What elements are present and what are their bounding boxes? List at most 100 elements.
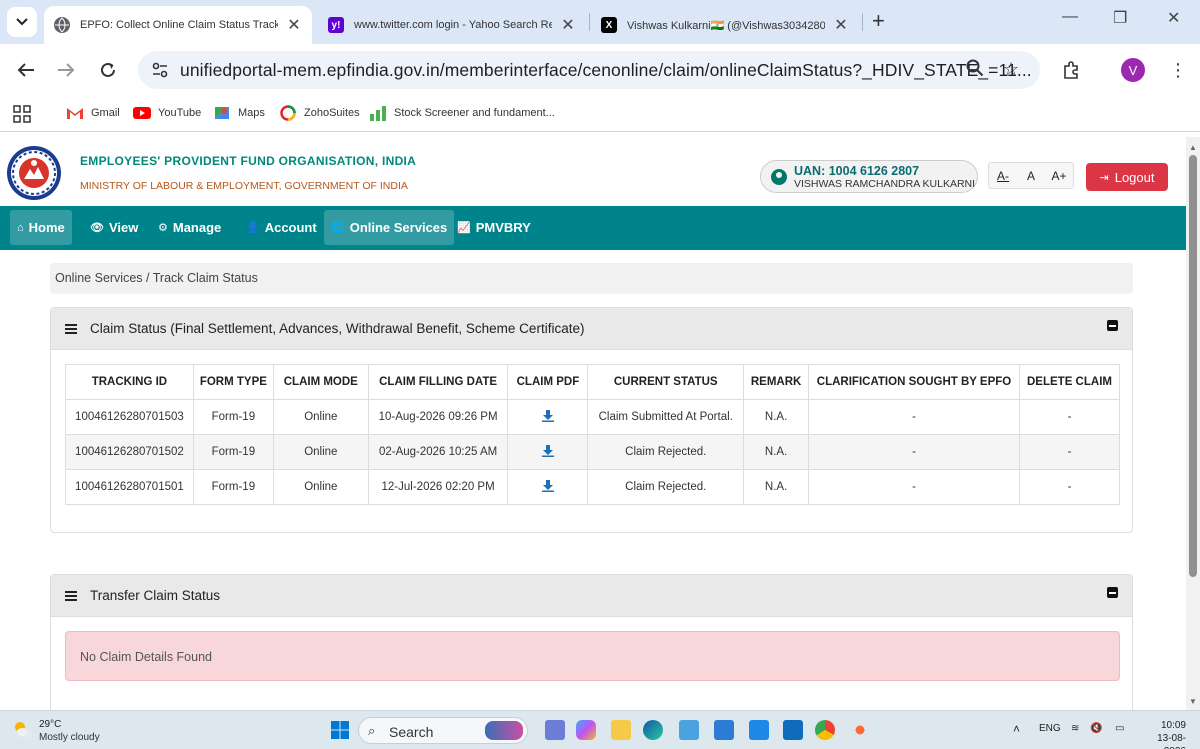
tab-yahoo[interactable]: y! www.twitter.com login - Yahoo Search …	[318, 6, 586, 44]
site-settings-icon[interactable]	[150, 60, 170, 80]
minimize-icon[interactable]: —	[1062, 8, 1078, 26]
panel-title: Claim Status (Final Settlement, Advances…	[90, 321, 585, 336]
cloud-sun-icon[interactable]	[12, 719, 34, 741]
column-header: DELETE CLAIM	[1018, 364, 1121, 400]
scroll-down-icon[interactable]: ▼	[1189, 697, 1197, 706]
windows-start-icon[interactable]	[331, 721, 349, 739]
uan-number: UAN: 1004 6126 2807	[794, 164, 920, 178]
system-clock[interactable]: 10:09 13-08-2026	[1136, 719, 1186, 749]
calendar-icon[interactable]	[714, 720, 734, 740]
weather-description: Mostly cloudy	[39, 732, 100, 743]
remote-desktop-icon[interactable]	[783, 720, 803, 740]
battery-icon[interactable]: ▭	[1115, 723, 1124, 734]
claim-date: 10-Aug-2026 09:26 PM	[367, 399, 509, 435]
download-icon[interactable]	[541, 409, 554, 422]
table-row: 10046126280701501 Form-19 Online 12-Jul-…	[65, 469, 1121, 505]
gmail-icon	[67, 108, 83, 119]
profile-avatar[interactable]: V	[1121, 58, 1145, 82]
wifi-icon[interactable]: ≋	[1071, 723, 1079, 734]
scroll-up-icon[interactable]: ▲	[1189, 143, 1197, 152]
bookmark-maps[interactable]: Maps	[213, 105, 265, 121]
font-increase-button[interactable]: A+	[1045, 163, 1073, 188]
back-button[interactable]	[12, 56, 40, 84]
sign-out-icon: ⇥	[1099, 171, 1109, 184]
column-header: TRACKING ID	[65, 364, 194, 400]
tab-x[interactable]: X Vishwas Kulkarni🇮🇳 (@Vishwas30342808) …	[591, 6, 859, 44]
tab-title: EPFO: Collect Online Claim Status Track	[80, 19, 278, 31]
scroll-thumb[interactable]	[1189, 155, 1197, 577]
current-status: Claim Rejected.	[587, 469, 745, 505]
file-explorer-icon[interactable]	[611, 720, 631, 740]
column-header: CLAIM FILLING DATE	[367, 364, 509, 400]
search-icon[interactable]	[966, 59, 984, 82]
tab-epfo[interactable]: EPFO: Collect Online Claim Status Track …	[44, 6, 312, 44]
bookmark-gmail[interactable]: Gmail	[66, 105, 120, 121]
logout-button[interactable]: ⇥ Logout	[1086, 163, 1168, 191]
download-icon[interactable]	[541, 479, 554, 492]
logout-label: Logout	[1114, 169, 1155, 185]
nav-account[interactable]: 👤 Account	[239, 210, 324, 245]
breadcrumb: Online Services / Track Claim Status	[50, 263, 1133, 294]
nav-home[interactable]: ⌂ Home	[10, 210, 72, 245]
nav-label: Online Services	[349, 220, 448, 235]
clock-time: 10:09	[1160, 720, 1186, 731]
reload-button[interactable]	[94, 56, 122, 84]
tab-search-button[interactable]	[7, 7, 37, 37]
edge-icon[interactable]	[643, 720, 663, 740]
globe-icon: 🌐	[331, 222, 345, 234]
reload-icon	[101, 62, 115, 77]
bookmark-stock-screener[interactable]: Stock Screener and fundament...	[369, 105, 555, 121]
close-tab-icon[interactable]: ✕	[560, 15, 576, 35]
forward-button[interactable]	[52, 56, 80, 84]
chevron-up-icon[interactable]: ˄	[1013, 722, 1020, 736]
browser-menu-icon[interactable]: ⋮	[1164, 56, 1192, 84]
clarification: -	[808, 434, 1020, 470]
bookmark-star-icon[interactable]: ☆	[1003, 59, 1019, 80]
close-window-icon[interactable]: ✕	[1167, 8, 1180, 28]
clarification: -	[808, 399, 1020, 435]
chrome-icon[interactable]	[815, 720, 835, 740]
transfer-claim-panel: Transfer Claim Status No Claim Details F…	[50, 574, 1133, 710]
nav-view[interactable]: 👁 View	[83, 210, 145, 245]
nav-label: Home	[28, 220, 65, 235]
puzzle-icon	[1064, 61, 1078, 79]
language-indicator[interactable]: ENG	[1039, 723, 1061, 734]
extensions-button[interactable]	[1057, 56, 1085, 84]
bookmark-youtube[interactable]: YouTube	[133, 105, 201, 121]
font-normal-button[interactable]: A	[1017, 163, 1045, 188]
address-bar[interactable]: unifiedportal-mem.epfindia.gov.in/member…	[138, 51, 1040, 89]
bookmark-zoho[interactable]: ZohoSuites	[279, 105, 360, 121]
copilot-icon[interactable]	[576, 720, 596, 740]
transfer-claim-header: Transfer Claim Status	[51, 575, 1132, 617]
apps-grid-icon[interactable]	[13, 105, 31, 123]
page-scrollbar[interactable]: ▲ ▼	[1186, 137, 1200, 710]
nav-label: Account	[264, 220, 317, 235]
task-view-icon[interactable]	[545, 720, 565, 740]
nav-manage[interactable]: ⚙ Manage	[151, 210, 228, 245]
nav-pmvbry[interactable]: 📈 PMVBRY	[450, 210, 538, 245]
download-icon[interactable]	[541, 444, 554, 457]
close-tab-icon[interactable]: ✕	[286, 15, 302, 35]
nav-online-services[interactable]: 🌐 Online Services	[324, 210, 455, 245]
bookmark-label: ZohoSuites	[304, 107, 360, 119]
table-row: 10046126280701503 Form-19 Online 10-Aug-…	[65, 399, 1121, 435]
url-text[interactable]: unifiedportal-mem.epfindia.gov.in/member…	[180, 60, 1032, 81]
notepad-icon[interactable]	[679, 720, 699, 740]
collapse-icon[interactable]	[1107, 320, 1118, 331]
zoho-icon	[280, 105, 296, 121]
taskbar-search[interactable]: ⌕ Search	[358, 717, 528, 744]
collapse-icon[interactable]	[1107, 587, 1118, 598]
font-decrease-button[interactable]: A-	[989, 163, 1017, 188]
new-tab-button[interactable]: +	[872, 10, 885, 32]
column-header: REMARK	[743, 364, 810, 400]
current-status: Claim Rejected.	[587, 434, 745, 470]
column-header: CLARIFICATION SOUGHT BY EPFO	[808, 364, 1020, 400]
volume-muted-icon[interactable]: 🔇	[1090, 723, 1102, 734]
app-icon[interactable]	[850, 720, 870, 740]
close-tab-icon[interactable]: ✕	[833, 15, 849, 35]
form-type: Form-19	[192, 469, 274, 505]
member-name: VISHWAS RAMCHANDRA KULKARNI	[794, 178, 976, 190]
phone-link-icon[interactable]	[749, 720, 769, 740]
restore-icon[interactable]: ❐	[1113, 8, 1127, 28]
claim-date: 12-Jul-2026 02:20 PM	[367, 469, 509, 505]
